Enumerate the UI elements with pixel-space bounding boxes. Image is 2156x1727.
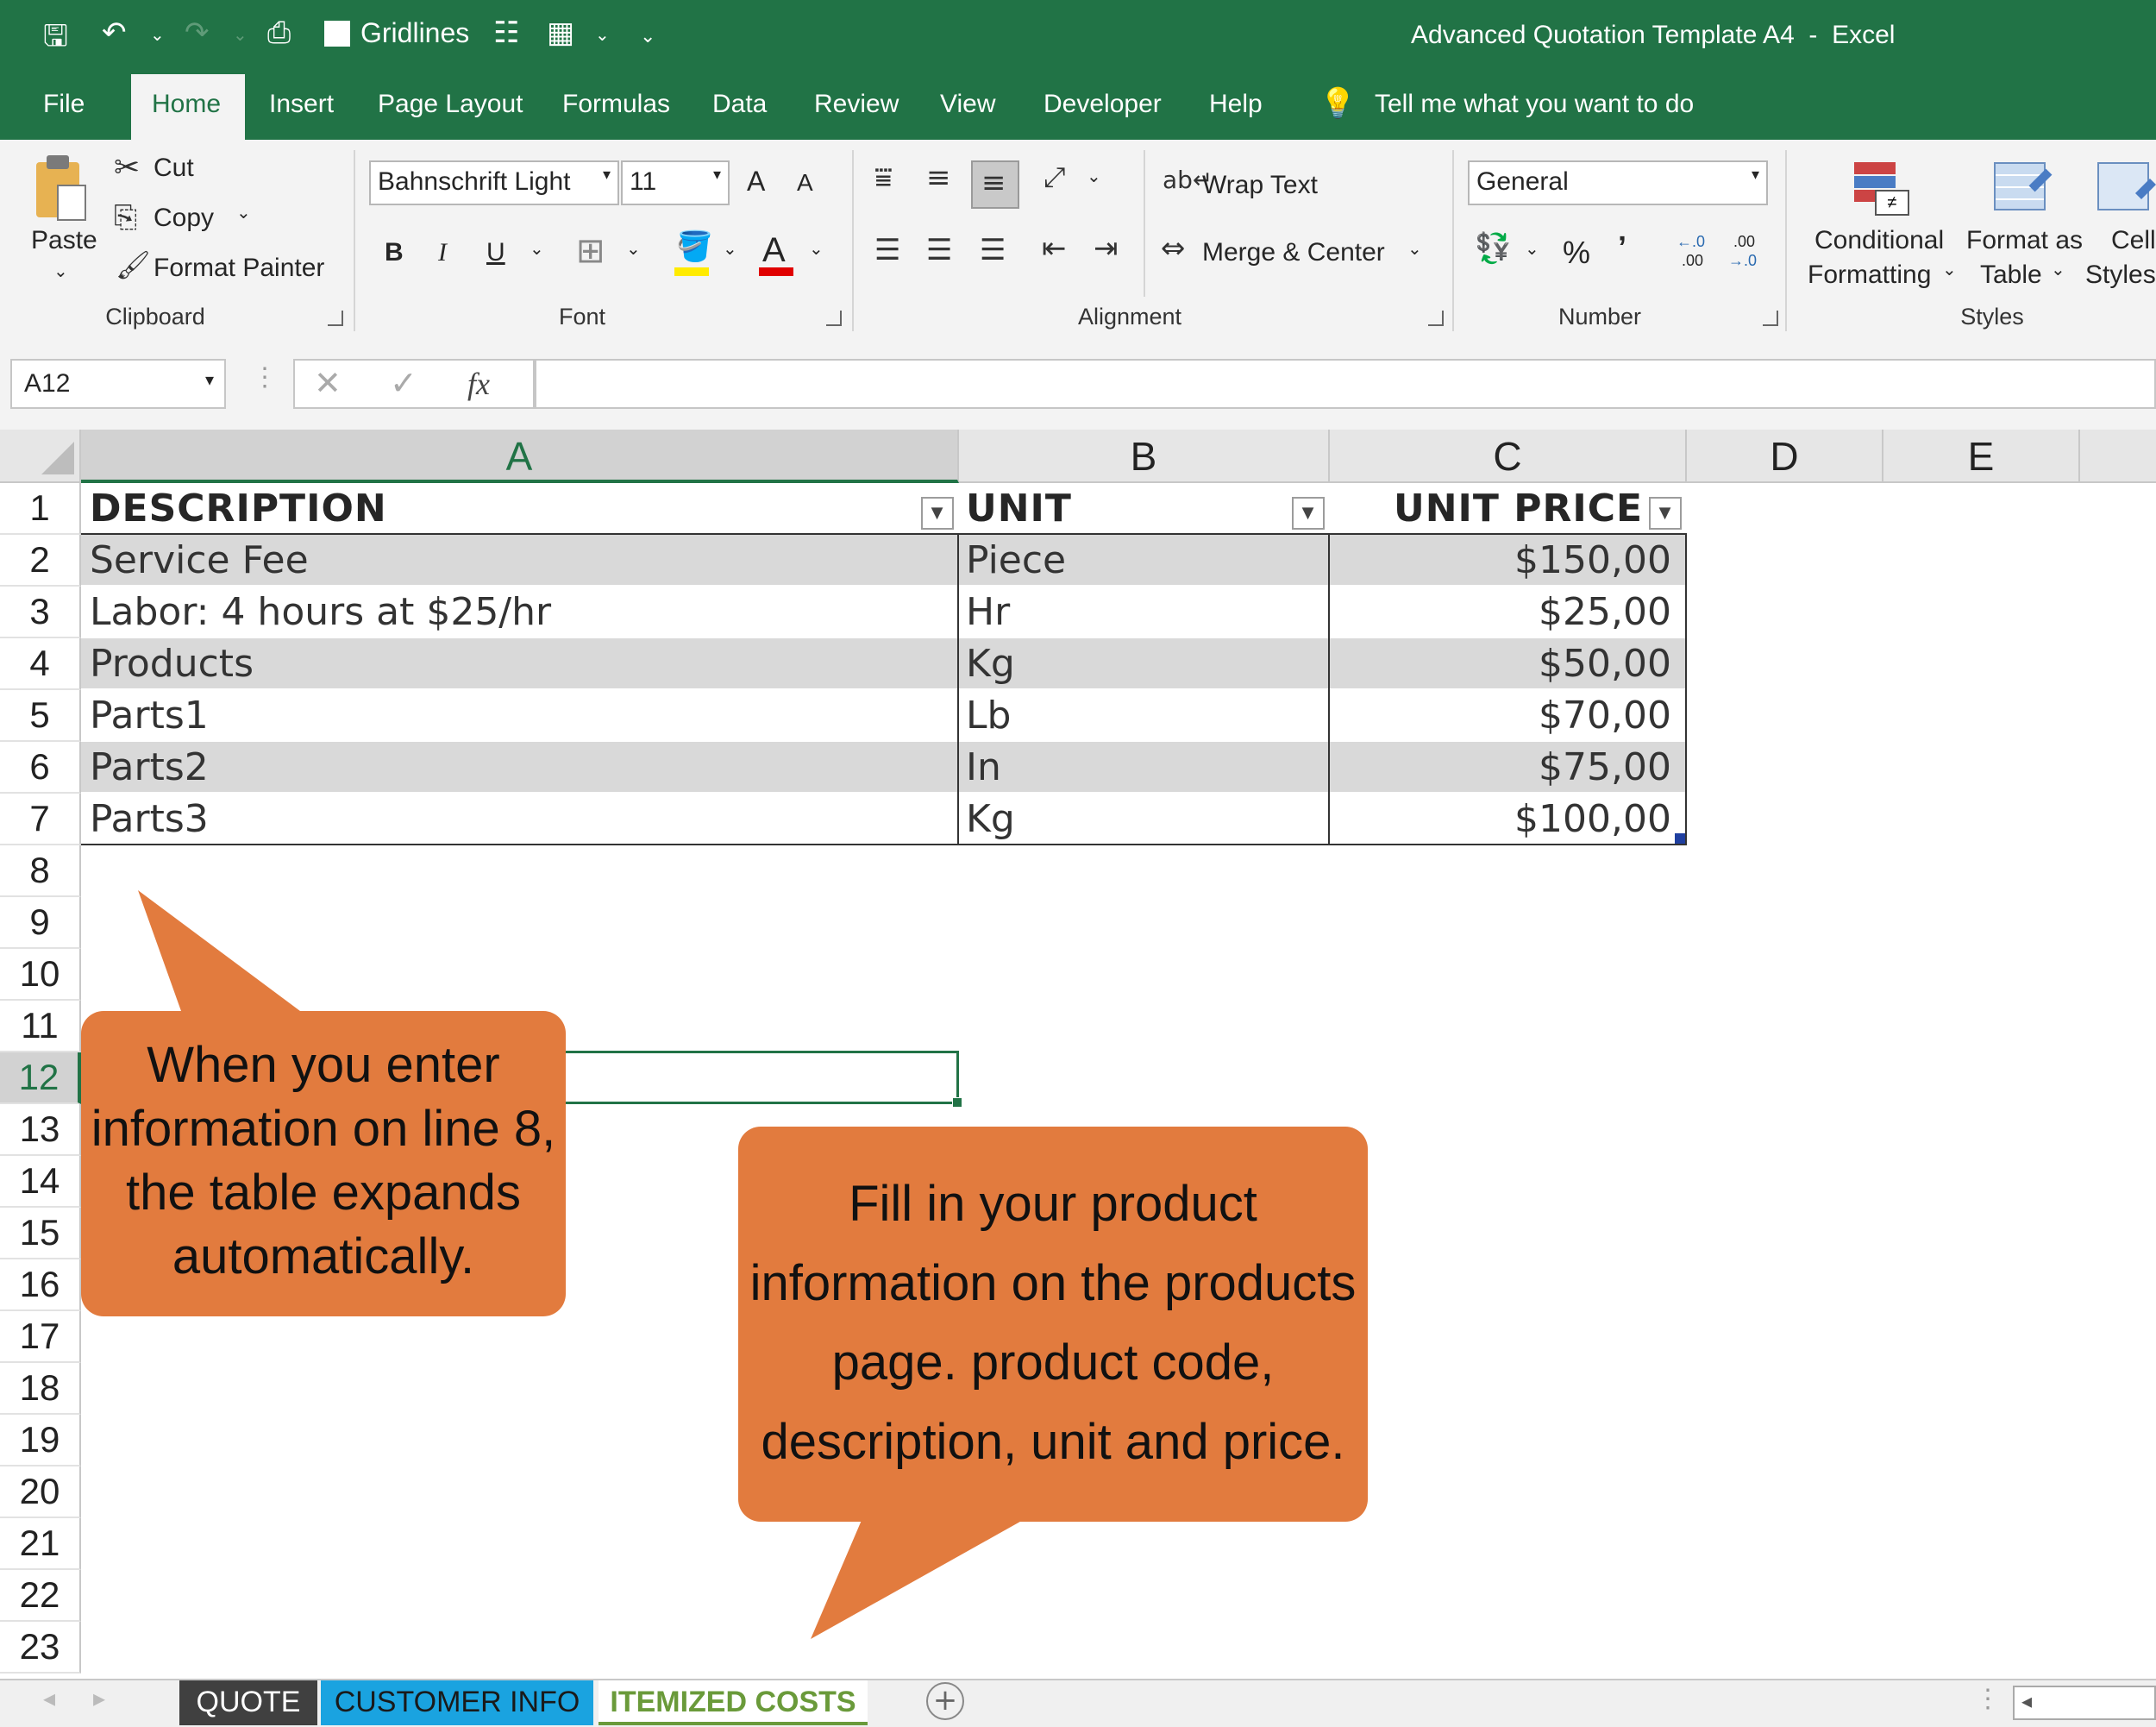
left-callout-pointer	[138, 890, 300, 1011]
horizontal-scrollbar[interactable]: ◂	[2013, 1686, 2156, 1720]
callout-fill-products: Fill in your product information on the …	[738, 1127, 1368, 1522]
callout-line: page. product code,	[831, 1334, 1275, 1391]
callout-line: description, unit and price.	[761, 1414, 1345, 1470]
sheet-tab-label: QUOTE	[196, 1686, 301, 1718]
scroll-tabs-right-icon[interactable]: ▸	[93, 1684, 105, 1712]
callout-line: Fill in your product	[849, 1176, 1257, 1232]
new-sheet-icon[interactable]: +	[926, 1682, 964, 1720]
right-callout-pointer	[811, 1518, 1026, 1639]
tab-split-handle-icon[interactable]: ⋮	[1975, 1684, 2001, 1714]
sheet-tab-label: CUSTOMER INFO	[334, 1686, 580, 1718]
scroll-tabs-left-icon[interactable]: ◂	[43, 1684, 55, 1712]
scroll-left-icon[interactable]: ◂	[2021, 1689, 2032, 1713]
callout-line: information on the products	[749, 1255, 1357, 1311]
callout-line: When you enter	[147, 1037, 500, 1093]
callout-line: information on line 8,	[91, 1101, 556, 1157]
sheet-tab-itemized-costs[interactable]: ITEMIZED COSTS	[599, 1680, 868, 1725]
sheet-tab-label: ITEMIZED COSTS	[610, 1686, 856, 1718]
callout-table-expands: When you enter information on line 8, th…	[81, 1011, 566, 1316]
sheet-tab-quote[interactable]: QUOTE	[179, 1680, 317, 1725]
callout-line: the table expands	[126, 1165, 521, 1221]
callout-line: automatically.	[172, 1228, 475, 1284]
sheet-tab-customer-info[interactable]: CUSTOMER INFO	[321, 1680, 593, 1725]
sheet-tab-bar: ◂ ▸ QUOTE CUSTOMER INFO ITEMIZED COSTS +…	[0, 1679, 2156, 1727]
